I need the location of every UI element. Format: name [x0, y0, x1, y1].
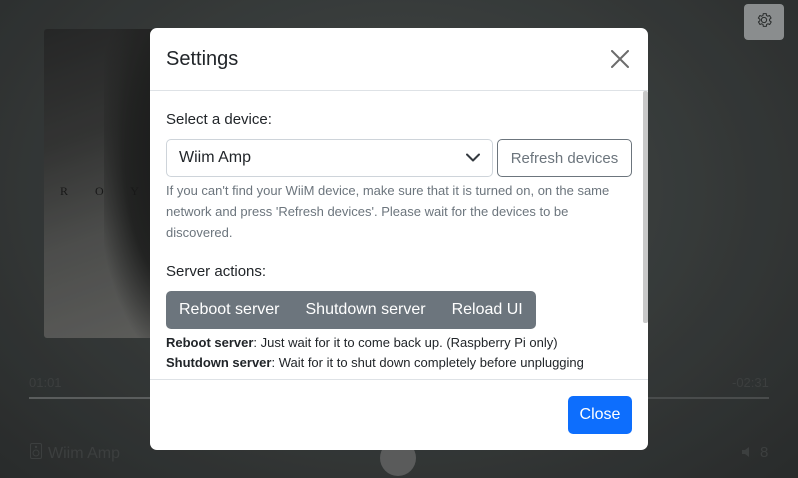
- reboot-note: Reboot server: Just wait for it to come …: [166, 333, 632, 353]
- refresh-devices-button[interactable]: Refresh devices: [497, 139, 632, 177]
- modal-footer: Close: [150, 379, 648, 450]
- shutdown-note-title: Shutdown server: [166, 355, 272, 370]
- shutdown-note-text: : Wait for it to shut down completely be…: [271, 355, 584, 370]
- shutdown-note: Shutdown server: Wait for it to shut dow…: [166, 353, 632, 373]
- reboot-note-title: Reboot server: [166, 335, 254, 350]
- modal-body[interactable]: Select a device: Wiim Amp Refresh device…: [150, 91, 648, 379]
- close-icon[interactable]: [606, 45, 634, 73]
- select-device-label: Select a device:: [166, 111, 272, 128]
- shutdown-server-button[interactable]: Shutdown server: [293, 291, 439, 329]
- reboot-server-button[interactable]: Reboot server: [166, 291, 293, 329]
- device-select-value: Wiim Amp: [179, 149, 251, 166]
- reload-ui-button[interactable]: Reload UI: [439, 291, 536, 329]
- gear-icon: [755, 11, 773, 34]
- settings-modal: Settings Select a device: Wiim Amp Refre…: [150, 28, 648, 450]
- device-row: Wiim Amp Refresh devices: [166, 139, 632, 177]
- device-select[interactable]: Wiim Amp: [166, 139, 493, 177]
- modal-title: Settings: [166, 47, 239, 70]
- server-actions-label: Server actions:: [166, 263, 267, 280]
- device-help-text: If you can't find your WiiM device, make…: [166, 183, 610, 240]
- chevron-down-icon: [466, 149, 480, 167]
- settings-button[interactable]: [744, 4, 784, 40]
- modal-header: Settings: [150, 28, 648, 91]
- modal-scrollbar[interactable]: [643, 91, 648, 323]
- close-button[interactable]: Close: [568, 396, 632, 434]
- reboot-note-text: : Just wait for it to come back up. (Ras…: [253, 335, 558, 350]
- server-actions-group: Reboot server Shutdown server Reload UI: [166, 291, 536, 329]
